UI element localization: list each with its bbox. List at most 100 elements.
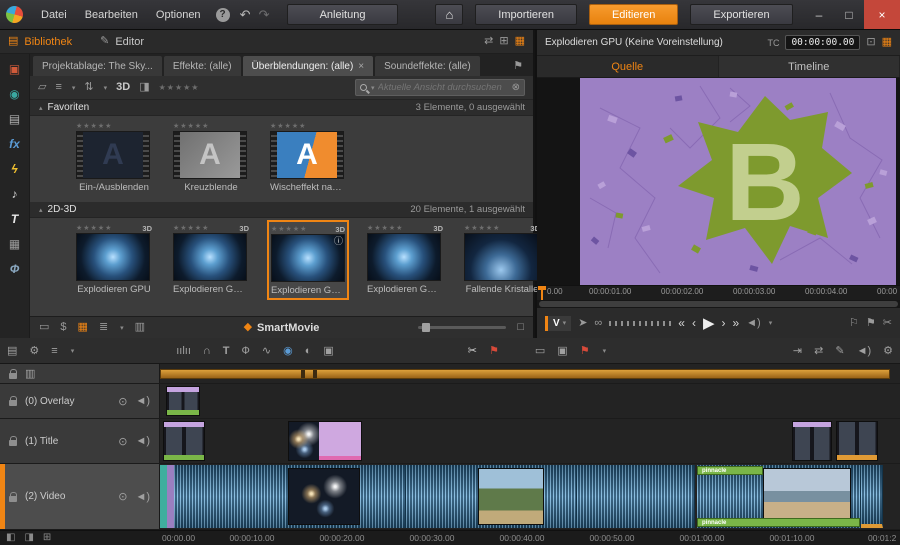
title-clip[interactable] <box>163 421 205 461</box>
tab-flag-icon[interactable]: ⚑ <box>513 61 523 72</box>
menu-datei[interactable]: Datei <box>33 9 75 21</box>
rating-filter-stars[interactable]: ★★★★★ <box>159 83 200 92</box>
nav-projects-icon[interactable]: ▤ <box>4 112 26 126</box>
speaker-icon[interactable]: ◄) <box>135 395 150 407</box>
clip-label-bar[interactable]: pinnacle <box>697 466 763 475</box>
nav-transitions-icon[interactable]: ϟ <box>4 162 26 176</box>
fullscreen-icon[interactable]: ⊡ <box>866 37 875 48</box>
item-stars[interactable]: ★★★★★ <box>173 224 209 232</box>
frame-back-button[interactable]: ‹ <box>692 316 696 330</box>
nav-effects-icon[interactable]: fx <box>4 137 26 151</box>
editor-tab[interactable]: Editor <box>115 36 144 48</box>
item-stars[interactable]: ★★★★★ <box>270 121 346 131</box>
eye-icon[interactable]: ⊙ <box>118 435 127 448</box>
scorefitter-icon[interactable]: ∿ <box>262 344 271 357</box>
toolbar-menu-icon[interactable]: ≡ <box>51 345 57 357</box>
audio-mixer-icon[interactable]: ıılıı <box>176 345 191 357</box>
preview-ruler[interactable]: 0.00 00:00:01.00 00:00:02.00 00:00:03.00… <box>537 285 900 300</box>
3d-filter-button[interactable]: 3D <box>116 82 130 93</box>
price-tag-icon[interactable]: $ <box>60 322 66 333</box>
lock-icon[interactable] <box>9 400 17 406</box>
timeline-ruler[interactable]: ◧ ◨ ⊞ 00:00.00 00:00:10.00 00:00:20.00 0… <box>0 530 900 545</box>
transition-thumbnail[interactable] <box>464 233 538 281</box>
nav-voiceover-icon[interactable]: Ф <box>4 262 26 276</box>
title-clip[interactable] <box>836 421 878 461</box>
loop-icon[interactable]: ∞ <box>594 318 602 329</box>
section-favoriten-header[interactable]: ▴ Favoriten 3 Elemente, 0 ausgewählt <box>30 100 533 116</box>
expand-icon[interactable]: □ <box>517 322 524 333</box>
menu-clip[interactable] <box>160 369 890 379</box>
tab-close-icon[interactable]: × <box>358 61 364 72</box>
tab-effekte[interactable]: Effekte: (alle) <box>164 56 241 76</box>
maximize-button[interactable]: □ <box>834 0 864 29</box>
speaker-icon[interactable]: ◄) <box>135 435 150 447</box>
eye-icon[interactable]: ⊙ <box>118 395 127 408</box>
collapse-icon[interactable]: ▴ <box>39 104 43 112</box>
menu-track-header[interactable]: ▥ <box>0 364 160 383</box>
sort-icon[interactable]: ⇅ <box>84 82 93 93</box>
trim-icon[interactable]: ✂ <box>883 318 892 329</box>
send-to-timeline-icon[interactable]: ⇄ <box>484 36 493 47</box>
trash-icon[interactable]: ▭ <box>39 322 49 333</box>
transition-card[interactable]: ★★★★★ A Ein-/Ausblenden <box>76 121 152 193</box>
transition-card[interactable]: ★★★★★3D Fallende Kristalle <box>464 223 540 295</box>
preview-scrollbar[interactable] <box>537 300 900 308</box>
clip-thumbnail-beach[interactable] <box>763 468 851 525</box>
zoom-slider[interactable] <box>418 326 506 329</box>
home-button[interactable]: ⌂ <box>435 4 463 25</box>
scene-view-icon[interactable]: ▥ <box>135 322 145 333</box>
clip-thumbnail-park[interactable] <box>478 468 544 525</box>
track-size-small-icon[interactable]: ◧ <box>6 532 15 543</box>
collapse-icon[interactable]: ▴ <box>39 206 43 214</box>
go-to-end-button[interactable]: » <box>732 316 739 330</box>
collapse-tracks-icon[interactable]: ⇥ <box>793 344 802 357</box>
title-clip[interactable] <box>288 421 362 461</box>
title-clip[interactable] <box>792 421 832 461</box>
marker-list-icon[interactable]: ⚑ <box>580 344 590 357</box>
edit-pen-icon[interactable]: ✎ <box>835 344 844 357</box>
clip-thumbnail-fireworks[interactable] <box>288 468 360 525</box>
preview-menu-icon[interactable]: ▦ <box>882 37 892 48</box>
transition-card[interactable]: ★★★★★3D Explodieren GPU ... <box>173 223 249 295</box>
go-to-start-button[interactable]: « <box>678 316 685 330</box>
exportieren-button[interactable]: Exportieren <box>690 4 792 25</box>
360-video-icon[interactable]: ◉ <box>283 344 293 357</box>
search-input[interactable] <box>378 82 509 93</box>
delete-clip-icon[interactable]: ▭ <box>535 344 545 357</box>
overlay-clip[interactable] <box>166 386 200 416</box>
lock-icon[interactable] <box>9 373 17 379</box>
preview-playhead[interactable] <box>541 286 543 300</box>
info-icon[interactable]: ⓘ <box>334 234 343 247</box>
nav-photos-icon[interactable]: ◉ <box>4 87 26 101</box>
detail-view-icon[interactable]: ≣ <box>99 322 108 333</box>
clip-label-bar[interactable]: pinnacle <box>697 518 860 527</box>
library-title[interactable]: Bibliothek <box>24 36 72 48</box>
jog-shuttle[interactable] <box>609 321 671 326</box>
marker-in-icon[interactable]: ⚐ <box>849 318 859 329</box>
track-size-medium-icon[interactable]: ◨ <box>24 532 33 543</box>
transition-card-selected[interactable]: ⓘ ★★★★★3D Explodieren GPU ... <box>267 220 349 300</box>
volume-icon[interactable]: ◄) <box>746 318 761 329</box>
track-selector[interactable]: V▾ <box>545 316 571 331</box>
menu-optionen[interactable]: Optionen <box>148 9 209 21</box>
item-stars[interactable]: ★★★★★ <box>173 121 249 131</box>
marker-out-icon[interactable]: ⚑ <box>866 318 876 329</box>
frame-forward-button[interactable]: › <box>721 316 725 330</box>
tab-quelle[interactable]: Quelle <box>537 56 719 77</box>
razor-icon[interactable]: ✂ <box>468 344 477 357</box>
folder-icon[interactable]: ▱ <box>38 82 46 93</box>
transition-thumbnail[interactable]: A <box>270 131 344 179</box>
search-clear-icon[interactable]: ⊗ <box>512 83 520 93</box>
redo-icon[interactable]: ↷ <box>256 7 273 23</box>
item-stars[interactable]: ★★★★★ <box>76 224 112 232</box>
lock-icon[interactable] <box>9 496 17 502</box>
section-2d3d-header[interactable]: ▴ 2D-3D 20 Elemente, 1 ausgewählt <box>30 202 533 218</box>
menu-bearbeiten[interactable]: Bearbeiten <box>77 9 146 21</box>
duplicate-icon[interactable]: ⊞ <box>499 36 508 47</box>
tab-soundeffekte[interactable]: Soundeffekte: (alle) <box>375 56 480 76</box>
gear-icon[interactable]: ⚙ <box>29 344 39 357</box>
smartmovie-button[interactable]: ◆SmartMovie <box>244 322 320 334</box>
tab-ueberblendungen[interactable]: Überblendungen: (alle)× <box>243 56 374 76</box>
tab-projektablage[interactable]: Projektablage: The Sky... <box>33 56 162 76</box>
tag-icon[interactable]: ◨ <box>139 82 149 93</box>
